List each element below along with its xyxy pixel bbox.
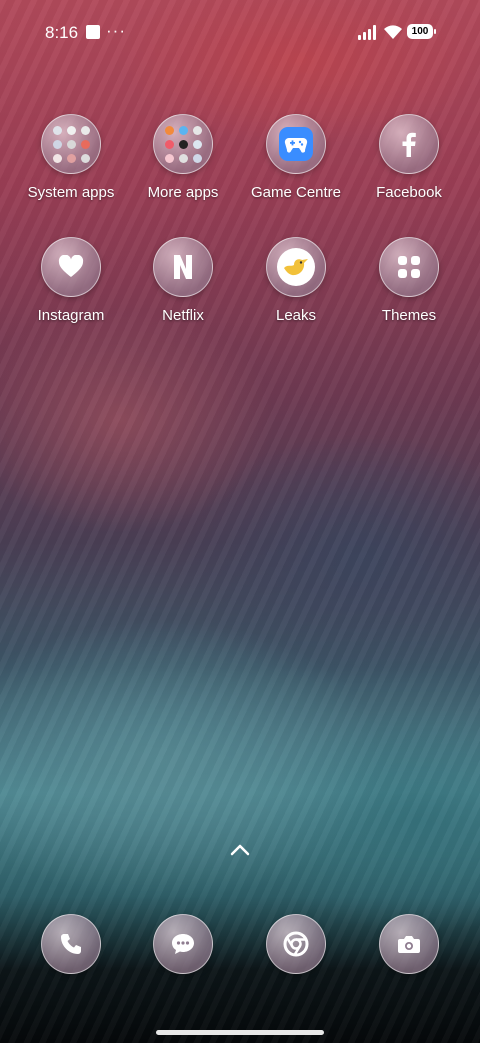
gesture-navigation-bar[interactable] [156,1030,324,1035]
signal-icon [358,25,378,40]
camera-icon [379,914,439,974]
themes-grid-icon [379,237,439,297]
app-leaks[interactable]: Leaks [241,237,351,324]
more-notifications-icon: ··· [106,21,126,40]
netflix-icon [153,237,213,297]
chevron-up-icon[interactable] [228,842,252,858]
app-label: Themes [381,307,437,324]
facebook-icon [379,114,439,174]
app-label: Instagram [37,307,105,324]
dock-phone[interactable] [16,914,126,974]
dock-chrome[interactable] [241,914,351,974]
status-bar: 8:16 ··· 100 [0,0,480,64]
app-netflix[interactable]: Netflix [128,237,238,324]
app-themes[interactable]: Themes [354,237,464,324]
heart-icon [41,237,101,297]
chrome-icon [266,914,326,974]
app-more-apps[interactable]: More apps [128,114,238,201]
folder-icon [41,114,101,174]
app-label: Game Centre [250,184,342,201]
app-game-centre[interactable]: Game Centre [241,114,351,201]
app-label: Facebook [376,184,442,201]
wifi-icon [384,25,402,39]
app-label: Leaks [275,307,317,324]
app-label: System apps [27,184,115,201]
app-facebook[interactable]: Facebook [354,114,464,201]
phone-icon [41,914,101,974]
bird-icon [266,237,326,297]
status-time: 8:16 [45,23,79,42]
folder-icon [153,114,213,174]
app-label: More apps [147,184,219,201]
dock-messages[interactable] [128,914,238,974]
app-instagram[interactable]: Instagram [16,237,126,324]
chat-bubble-icon [153,914,213,974]
dock-camera[interactable] [354,914,464,974]
app-label: Netflix [162,307,204,324]
notification-icon [86,25,100,39]
battery-icon: 100 [407,24,436,39]
game-controller-icon [266,114,326,174]
app-system-apps[interactable]: System apps [16,114,126,201]
